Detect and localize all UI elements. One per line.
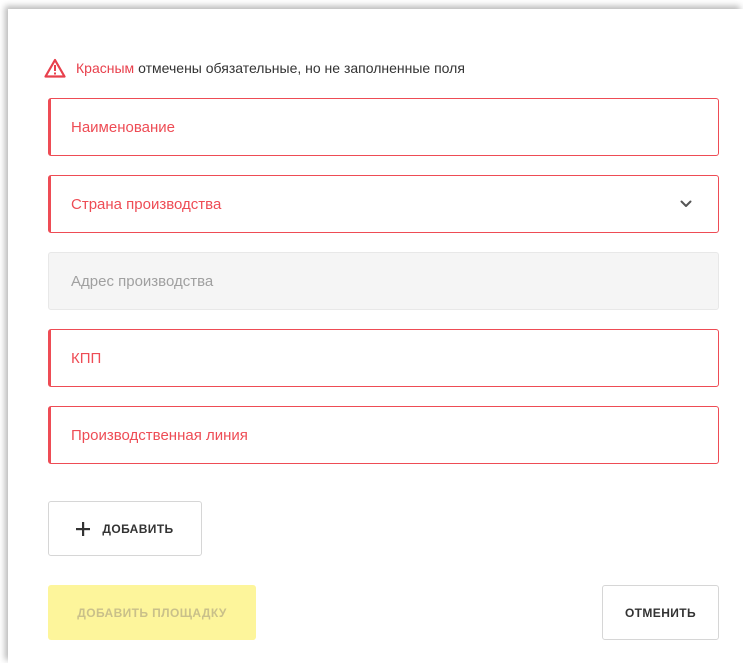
name-field[interactable]: Наименование <box>48 98 719 156</box>
country-select[interactable]: Страна производства <box>48 175 719 233</box>
address-field-placeholder: Адрес производства <box>71 272 214 290</box>
kpp-field[interactable]: КПП <box>48 329 719 387</box>
cancel-button[interactable]: ОТМЕНИТЬ <box>602 585 719 640</box>
add-button[interactable]: ДОБАВИТЬ <box>48 501 202 556</box>
add-button-label: ДОБАВИТЬ <box>102 521 174 536</box>
warning-triangle-icon <box>44 58 66 78</box>
required-fields-notice: Красным отмечены обязательные, но не зап… <box>44 58 465 78</box>
name-field-placeholder: Наименование <box>71 118 175 136</box>
add-site-button-label: ДОБАВИТЬ ПЛОЩАДКУ <box>77 605 227 620</box>
notice-accent-word: Красным <box>76 60 135 76</box>
plus-icon <box>76 521 91 536</box>
cancel-button-label: ОТМЕНИТЬ <box>624 605 697 620</box>
kpp-field-placeholder: КПП <box>71 349 102 367</box>
chevron-down-icon[interactable] <box>680 200 692 208</box>
address-field: Адрес производства <box>48 252 719 310</box>
notice-text: отмечены обязательные, но не заполненные… <box>138 60 465 76</box>
production-line-field[interactable]: Производственная линия <box>48 406 719 464</box>
country-select-placeholder: Страна производства <box>71 195 222 213</box>
production-line-field-placeholder: Производственная линия <box>71 426 248 444</box>
add-site-button[interactable]: ДОБАВИТЬ ПЛОЩАДКУ <box>48 585 256 640</box>
